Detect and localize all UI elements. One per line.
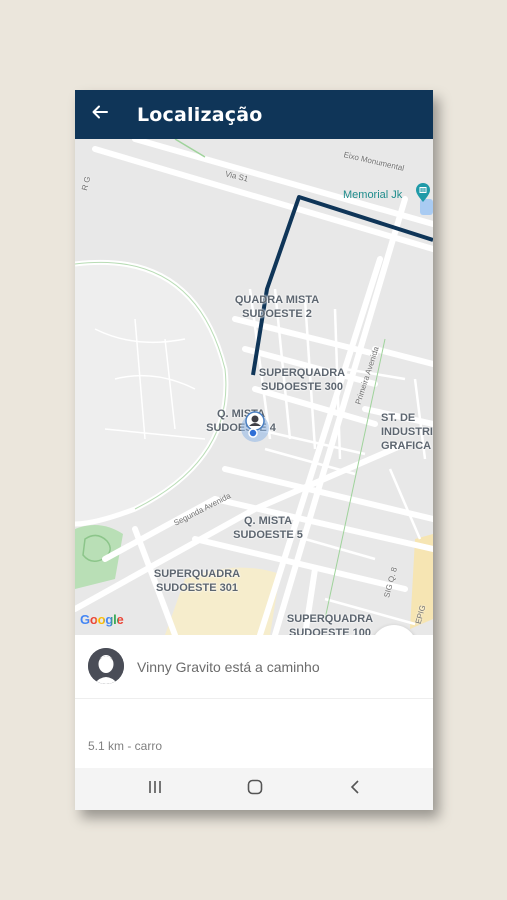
place-label-superquadra-300: SUPERQUADRA SUDOESTE 300 — [258, 367, 346, 393]
page-title: Localização — [137, 104, 263, 126]
app-bar: Localização — [75, 90, 433, 139]
recents-icon — [147, 780, 163, 799]
google-attribution: Google — [80, 612, 124, 627]
place-label-quadra-mista-2: QUADRA MISTA SUDOESTE 2 — [234, 294, 320, 320]
driver-status-row: Vinny Gravito está a caminho — [75, 635, 433, 699]
home-button[interactable] — [235, 776, 275, 802]
place-label-superquadra-301: SUPERQUADRA SUDOESTE 301 — [153, 568, 241, 594]
driver-marker-icon[interactable] — [240, 409, 270, 448]
poi-memorial-label[interactable]: Memorial Jk — [343, 189, 402, 201]
home-icon — [247, 779, 263, 800]
system-nav-bar — [75, 768, 433, 810]
avatar-icon — [88, 648, 124, 684]
place-label-q-mista-5: Q. MISTA SUDOESTE 5 — [233, 515, 303, 541]
recents-button[interactable] — [135, 776, 175, 802]
back-chevron-icon — [349, 779, 361, 800]
driver-status-text: Vinny Gravito está a caminho — [137, 659, 320, 675]
map-view[interactable]: Eixo Monumental Via S1 R G Primeira Aven… — [75, 139, 433, 635]
place-label-superquadra-100: SUPERQUADRA SUDOESTE 100 — [286, 613, 374, 635]
back-nav-button[interactable] — [335, 776, 375, 802]
trip-distance: 5.1 km - carro — [88, 739, 163, 753]
map-base — [75, 139, 433, 635]
museum-pin-icon[interactable] — [415, 183, 431, 208]
back-button[interactable] — [85, 98, 115, 130]
phone-screen: Localização Eixo Monumental Via S1 R G P… — [75, 90, 433, 810]
place-label-st-de-industrias: ST. DE INDUSTRI GRAFICA — [381, 412, 433, 452]
arrow-left-icon — [91, 103, 109, 126]
